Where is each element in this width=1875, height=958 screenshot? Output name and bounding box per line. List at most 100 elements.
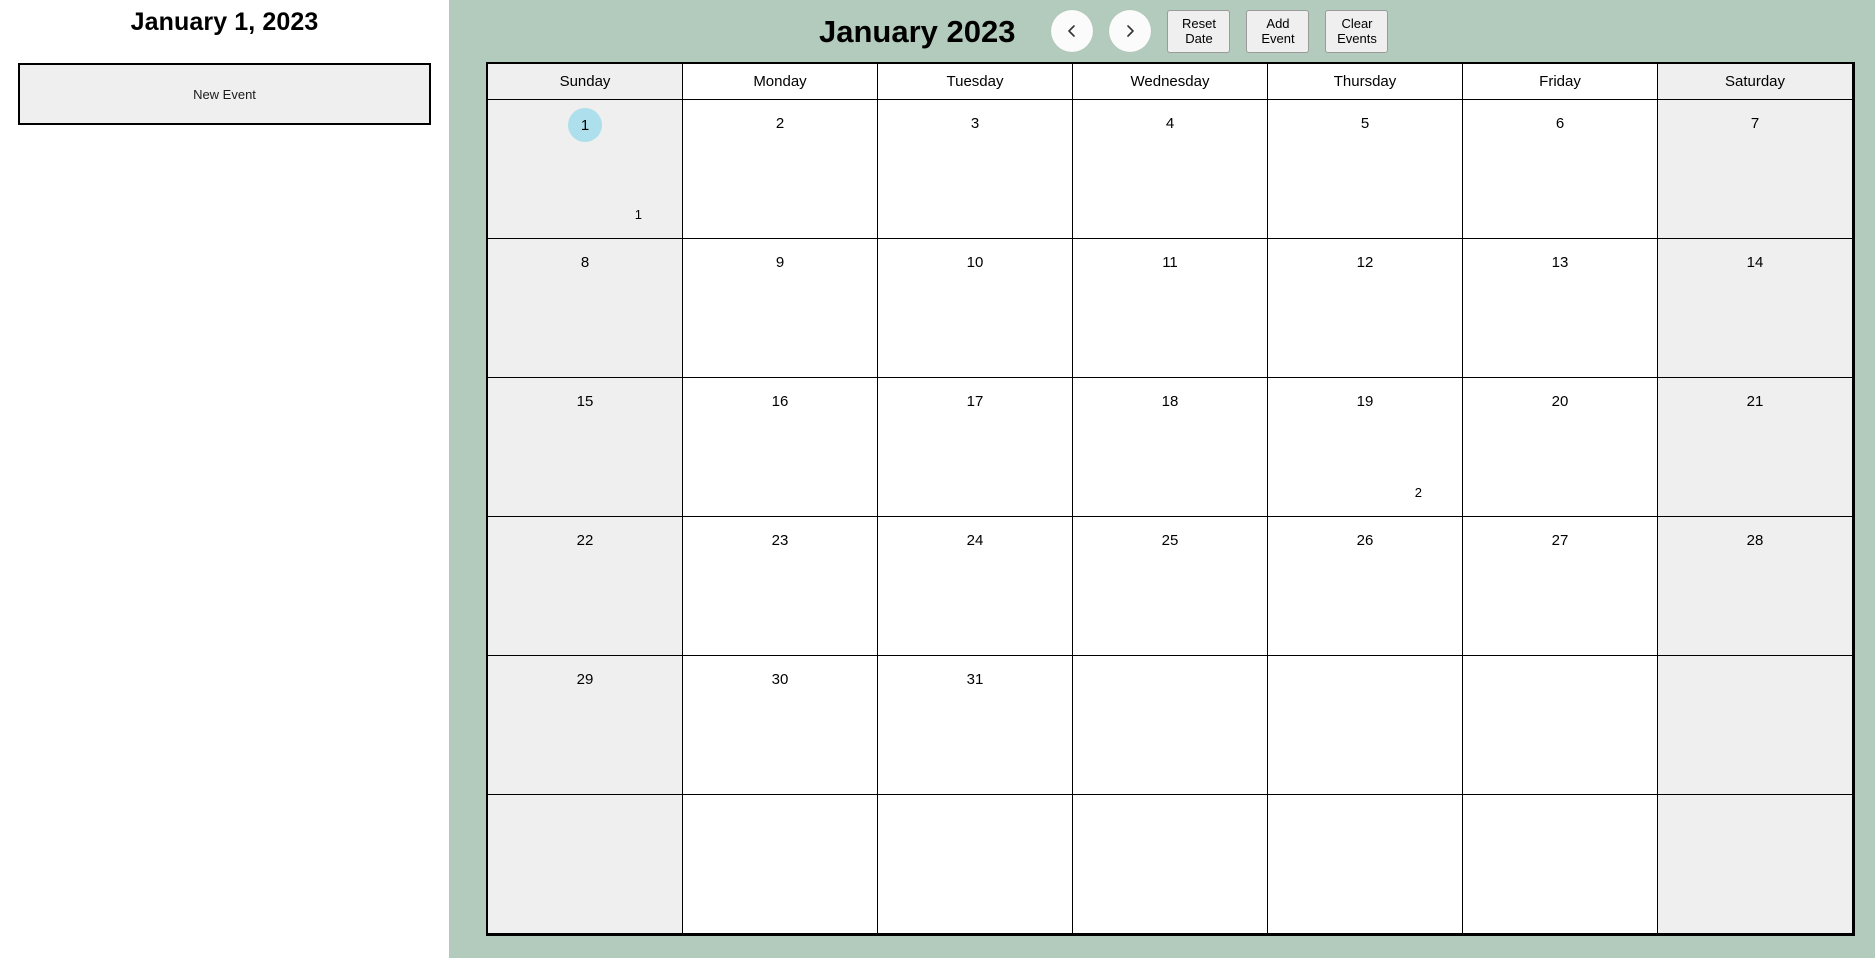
day-number: 11 [1162, 254, 1178, 271]
event-count-badge: 1 [634, 207, 642, 222]
day-cell[interactable]: 7 [1657, 99, 1853, 239]
weekday-header-thursday: Thursday [1267, 63, 1463, 100]
empty-day-cell [1657, 794, 1853, 934]
day-cell[interactable]: 6 [1462, 99, 1658, 239]
day-number: 23 [771, 532, 789, 549]
calendar-month-title: January 2023 [819, 13, 1016, 49]
day-number [1658, 656, 1852, 672]
clear-events-button[interactable]: Clear Events [1325, 9, 1389, 53]
day-number: 29 [576, 671, 594, 688]
day-number: 13 [1551, 254, 1569, 271]
day-cell[interactable]: 11 [487, 99, 683, 239]
day-number: 14 [1746, 254, 1764, 271]
day-number [1073, 656, 1267, 672]
day-cell[interactable]: 10 [877, 238, 1073, 378]
day-number [683, 795, 877, 811]
day-cell[interactable]: 28 [1657, 516, 1853, 656]
day-number: 17 [966, 393, 984, 410]
empty-day-cell [1657, 655, 1853, 795]
day-cell[interactable]: 14 [1657, 238, 1853, 378]
day-cell[interactable]: 9 [682, 238, 878, 378]
weekday-header-saturday: Saturday [1657, 63, 1853, 100]
weekday-row: Sunday Monday Tuesday Wednesday Thursday Frid… [487, 63, 1853, 100]
event-item[interactable]: New Event [18, 63, 431, 125]
day-number [1658, 795, 1852, 811]
day-number: 19 [1356, 393, 1374, 410]
calendar-body: 1 1 2 3 4 5 6 7 8 9 10 11 12 13 14 15 16 17 18 19 2 20 21 22 23 2… [487, 99, 1853, 934]
day-cell[interactable]: 20 [1462, 377, 1658, 517]
day-number [1268, 656, 1462, 672]
day-number: 21 [1746, 393, 1764, 410]
day-number: 30 [771, 671, 789, 688]
day-number: 15 [576, 393, 594, 410]
sidebar: January 1, 2023 New Event [0, 0, 449, 958]
day-cell[interactable]: 11 [1072, 238, 1268, 378]
selected-day-number: 1 [488, 100, 682, 142]
weekday-header-monday: Monday [682, 63, 878, 100]
week-row: 29 30 31 [487, 655, 1853, 795]
day-cell[interactable]: 3 [877, 99, 1073, 239]
weekday-header-wednesday: Wednesday [1072, 63, 1268, 100]
day-cell[interactable]: 8 [487, 238, 683, 378]
day-cell[interactable]: 23 [682, 516, 878, 656]
day-cell[interactable]: 18 [1072, 377, 1268, 517]
empty-day-cell [1462, 655, 1658, 795]
day-cell[interactable]: 2 [682, 99, 878, 239]
day-cell[interactable]: 4 [1072, 99, 1268, 239]
add-event-button[interactable]: Add Event [1246, 9, 1310, 53]
day-number [488, 795, 682, 811]
next-month-button[interactable] [1109, 10, 1152, 52]
day-cell[interactable]: 30 [682, 655, 878, 795]
day-cell[interactable]: 19 2 [1267, 377, 1463, 517]
empty-day-cell [487, 794, 683, 934]
week-row [487, 794, 1853, 934]
day-number: 8 [580, 254, 590, 271]
day-cell[interactable]: 15 [487, 377, 683, 517]
day-number: 28 [1746, 532, 1764, 549]
day-number: 16 [771, 393, 789, 410]
day-number: 7 [1750, 115, 1760, 132]
calendar-weekday-header: Sunday Monday Tuesday Wednesday Thursday Frid… [487, 63, 1853, 100]
event-list: New Event [18, 63, 431, 125]
day-cell[interactable]: 26 [1267, 516, 1463, 656]
prev-month-button[interactable] [1051, 10, 1094, 52]
week-row: 22 23 24 25 26 27 28 [487, 516, 1853, 656]
empty-day-cell [877, 794, 1073, 934]
empty-day-cell [1072, 794, 1268, 934]
day-number [1073, 795, 1267, 811]
calendar-app: January 1, 2023 New Event January 2023 R… [0, 0, 1875, 958]
day-cell[interactable]: 13 [1462, 238, 1658, 378]
day-cell[interactable]: 22 [487, 516, 683, 656]
event-count-badge: 2 [1414, 485, 1422, 500]
day-cell[interactable]: 5 [1267, 99, 1463, 239]
day-number: 31 [966, 671, 984, 688]
calendar-table: Sunday Monday Tuesday Wednesday Thursday Frid… [487, 63, 1853, 934]
calendar-panel: January 2023 Reset Date Add Event Clear Ev… [449, 0, 1875, 958]
day-cell[interactable]: 17 [877, 377, 1073, 517]
empty-day-cell [1267, 794, 1463, 934]
day-cell[interactable]: 12 [1267, 238, 1463, 378]
calendar-header: January 2023 Reset Date Add Event Clear Ev… [449, 0, 1875, 62]
day-cell[interactable]: 25 [1072, 516, 1268, 656]
day-cell[interactable]: 21 [1657, 377, 1853, 517]
day-cell[interactable]: 31 [877, 655, 1073, 795]
day-number: 4 [1165, 115, 1175, 132]
day-cell[interactable]: 27 [1462, 516, 1658, 656]
day-cell[interactable]: 16 [682, 377, 878, 517]
day-number [1463, 795, 1657, 811]
weekday-header-sunday: Sunday [487, 63, 683, 100]
weekday-header-tuesday: Tuesday [877, 63, 1073, 100]
chevron-right-icon [1127, 25, 1135, 37]
reset-date-button[interactable]: Reset Date [1167, 9, 1231, 53]
chevron-left-icon [1068, 25, 1076, 37]
week-row: 11234567 [487, 99, 1853, 239]
day-cell[interactable]: 24 [877, 516, 1073, 656]
header-button-group: Reset Date Add Event Clear Events [1167, 9, 1389, 53]
day-number: 20 [1551, 393, 1569, 410]
day-cell[interactable]: 29 [487, 655, 683, 795]
event-item-label: New Event [193, 86, 256, 102]
week-row: 15 16 17 18 19 2 20 21 [487, 377, 1853, 517]
calendar-grid-container: Sunday Monday Tuesday Wednesday Thursday Frid… [486, 62, 1855, 936]
day-number: 5 [1360, 115, 1370, 132]
selected-date-title: January 1, 2023 [130, 8, 319, 36]
